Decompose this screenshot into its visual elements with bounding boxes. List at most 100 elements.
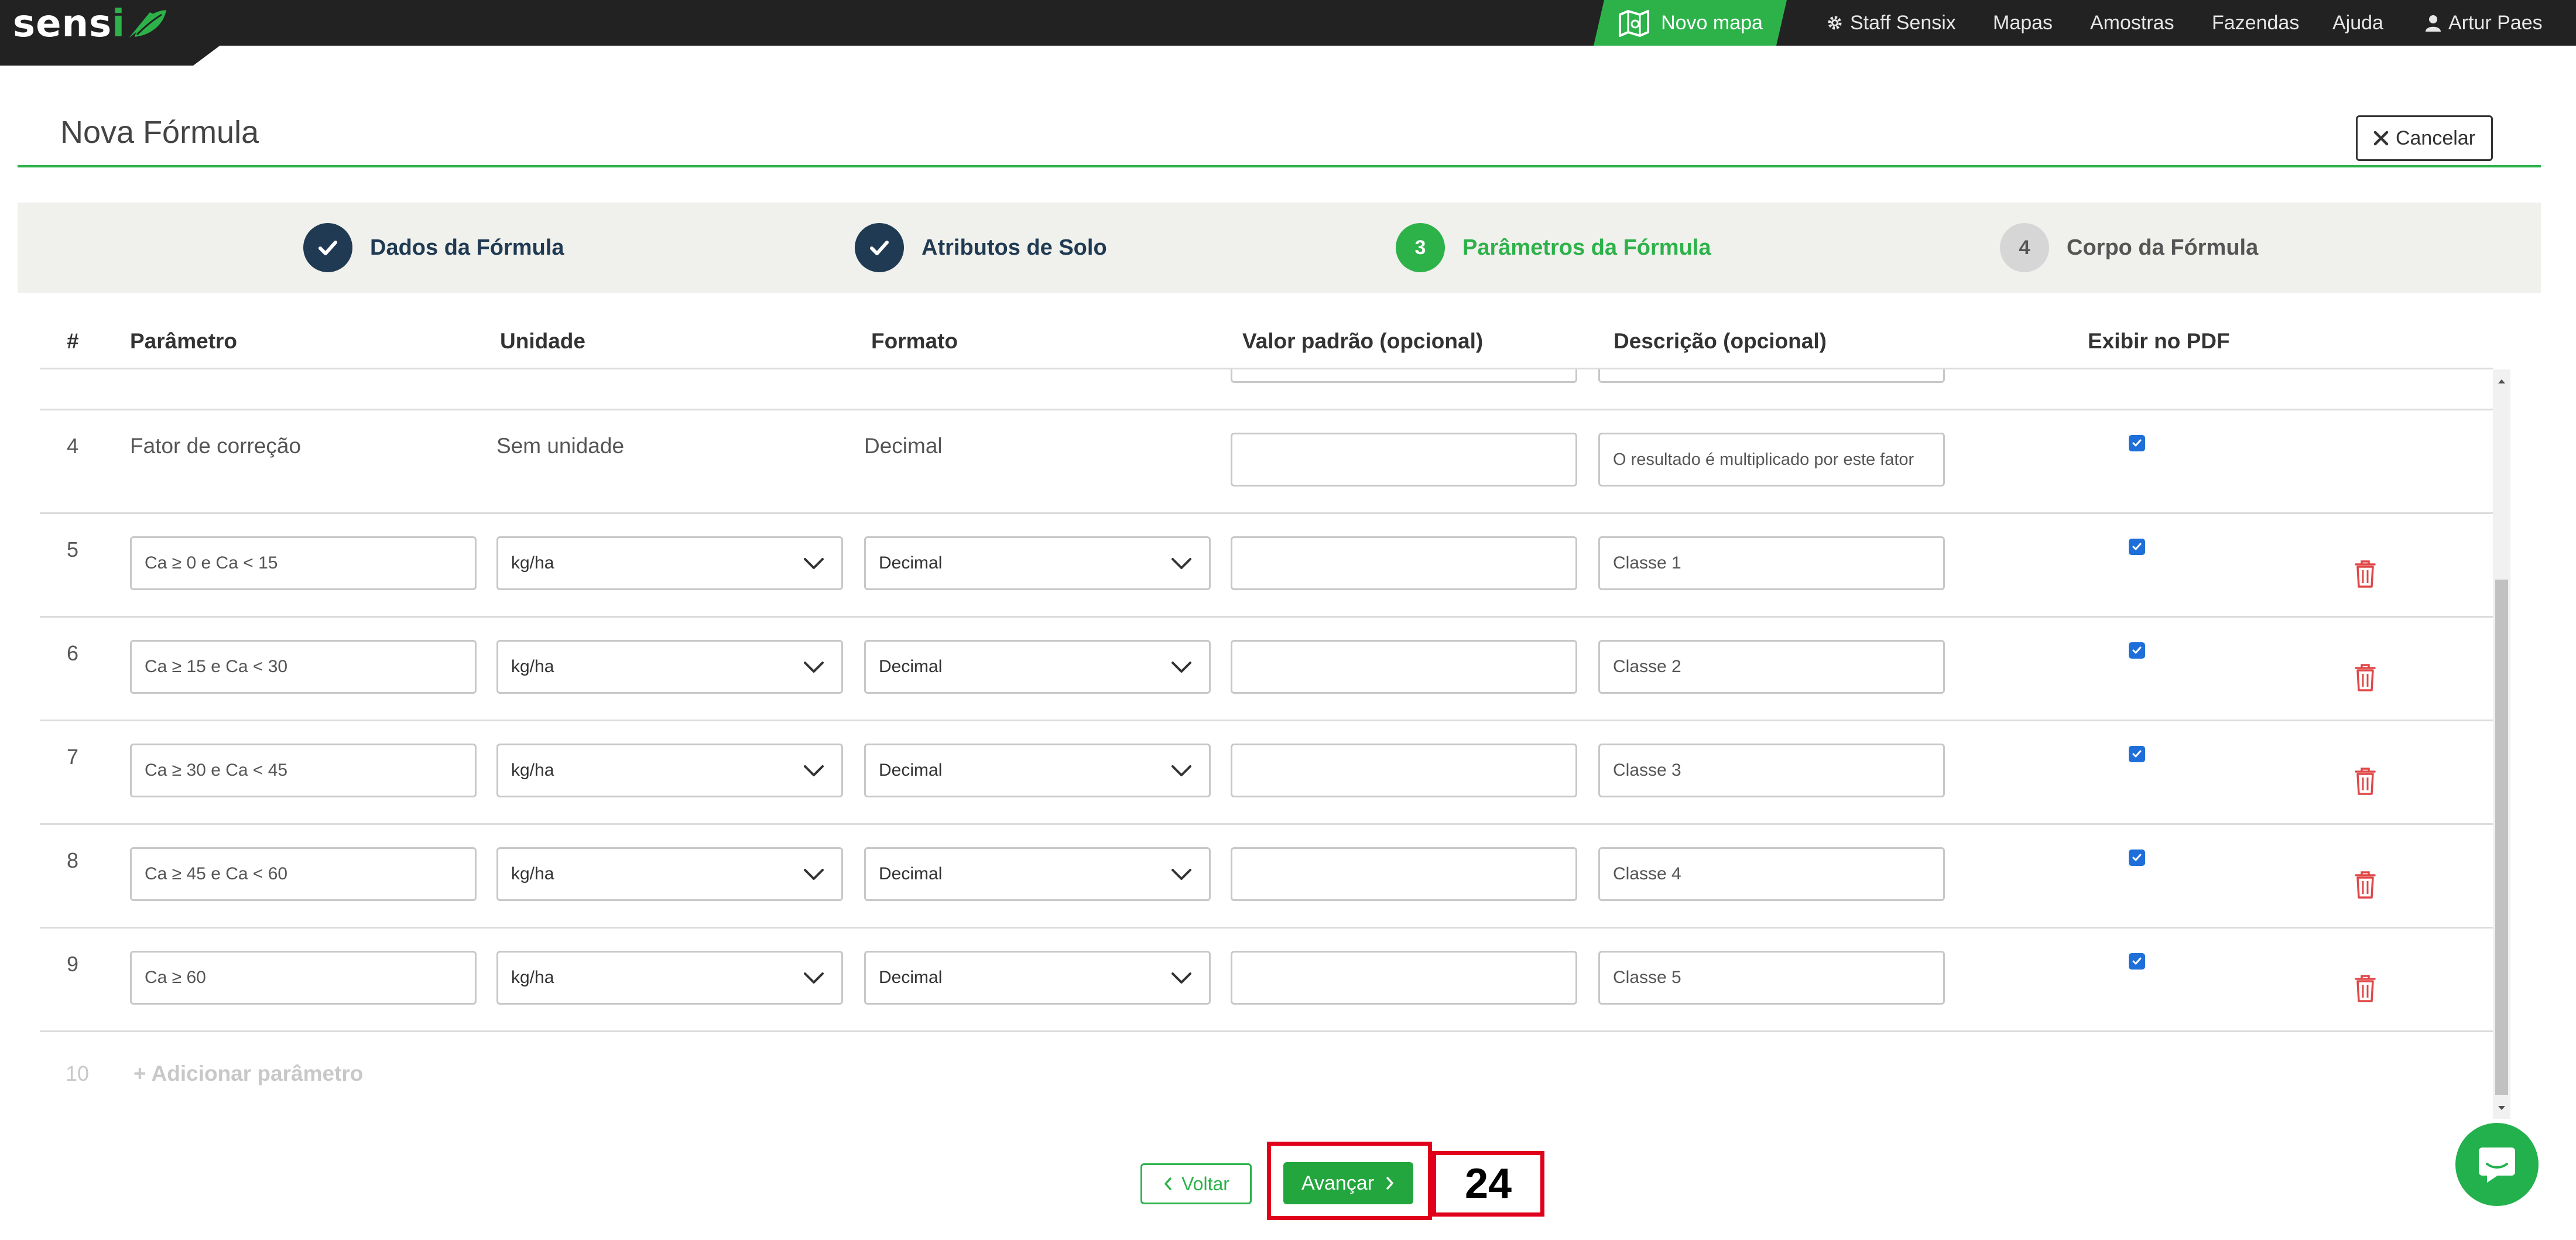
step-corpo-da-formula[interactable]: 4 Corpo da Fórmula: [2000, 203, 2258, 293]
add-parameter-link[interactable]: + Adicionar parâmetro: [133, 1061, 363, 1086]
descricao-input[interactable]: Classe 2: [1598, 640, 1945, 694]
check-icon: [2132, 439, 2142, 447]
parametro-input[interactable]: Ca ≥ 30 e Ca < 45: [130, 744, 477, 797]
title-divider: [18, 165, 2541, 167]
trash-icon[interactable]: [2354, 766, 2377, 796]
chevron-down-icon: [1171, 558, 1191, 569]
unidade-select[interactable]: kg/ha: [496, 640, 843, 694]
col-header-num: #: [67, 329, 79, 353]
chevron-down-icon: [804, 765, 824, 776]
scroll-down-arrow-icon[interactable]: [2493, 1099, 2510, 1117]
valor-padrao-input[interactable]: [1231, 744, 1577, 797]
step-dados-da-formula[interactable]: Dados da Fórmula: [303, 203, 564, 293]
formato-value: Decimal: [879, 553, 943, 573]
formato-value: Decimal: [879, 968, 943, 987]
formato-value: Decimal: [879, 864, 943, 883]
unidade-value: kg/ha: [511, 968, 554, 987]
nav-amostras[interactable]: Amostras: [2090, 0, 2174, 46]
formato-select[interactable]: Decimal: [864, 951, 1211, 1005]
trash-icon[interactable]: [2354, 559, 2377, 589]
parametro-input[interactable]: Ca ≥ 60: [130, 951, 477, 1005]
novo-mapa-label: Novo mapa: [1661, 11, 1763, 34]
valor-padrao-input[interactable]: [1231, 640, 1577, 694]
chevron-left-icon: [1164, 1177, 1171, 1190]
sensix-logo[interactable]: sensi: [13, 2, 167, 46]
chat-icon: [2479, 1147, 2515, 1183]
descricao-input[interactable]: [1598, 369, 1945, 383]
descricao-input[interactable]: Classe 3: [1598, 744, 1945, 797]
novo-mapa-button[interactable]: Novo mapa: [1594, 0, 1787, 46]
unidade-select[interactable]: kg/ha: [496, 847, 843, 901]
table-row: 9 Ca ≥ 60 kg/ha Decimal Classe 5: [40, 929, 2493, 1032]
chevron-down-icon: [1171, 765, 1191, 776]
exibir-pdf-checkbox[interactable]: [2129, 746, 2145, 762]
table-row-partial: [40, 369, 2493, 410]
descricao-input[interactable]: Classe 1: [1598, 536, 1945, 590]
descricao-input[interactable]: Classe 5: [1598, 951, 1945, 1005]
check-icon: [2132, 646, 2142, 654]
table-row: 6 Ca ≥ 15 e Ca < 30 kg/ha Decimal Classe 2: [40, 618, 2493, 721]
trash-icon[interactable]: [2354, 869, 2377, 900]
check-icon: [2132, 750, 2142, 758]
trash-icon[interactable]: [2354, 973, 2377, 1003]
chevron-down-icon: [1171, 972, 1191, 984]
check-icon: [870, 241, 889, 255]
parametro-input[interactable]: Ca ≥ 15 e Ca < 30: [130, 640, 477, 694]
cancel-button[interactable]: Cancelar: [2356, 115, 2493, 161]
highlight-box: [1267, 1142, 1432, 1220]
step-label: Atributos de Solo: [922, 235, 1107, 260]
nav-staff-sensix[interactable]: Staff Sensix: [1825, 0, 1956, 46]
unidade-select[interactable]: kg/ha: [496, 951, 843, 1005]
step-parametros-da-formula[interactable]: 3 Parâmetros da Fórmula: [1396, 203, 1711, 293]
parametro-input[interactable]: Ca ≥ 45 e Ca < 60: [130, 847, 477, 901]
descricao-input[interactable]: O resultado é multiplicado por este fato…: [1598, 433, 1945, 487]
nav-mapas-label: Mapas: [1993, 11, 2053, 34]
formato-select[interactable]: Decimal: [864, 847, 1211, 901]
nav-ajuda[interactable]: Ajuda: [2332, 0, 2383, 46]
row-number: 9: [67, 952, 79, 976]
chat-widget-button[interactable]: [2455, 1123, 2539, 1206]
add-row-number: 10: [66, 1061, 90, 1085]
unidade-value: kg/ha: [511, 864, 554, 883]
parametro-input[interactable]: Ca ≥ 0 e Ca < 15: [130, 536, 477, 590]
col-header-descricao: Descrição (opcional): [1614, 329, 1827, 353]
descricao-input[interactable]: Classe 4: [1598, 847, 1945, 901]
formato-select[interactable]: Decimal: [864, 744, 1211, 797]
trash-icon[interactable]: [2354, 662, 2377, 693]
nav-mapas[interactable]: Mapas: [1993, 0, 2053, 46]
page-title: Nova Fórmula: [60, 115, 259, 150]
exibir-pdf-checkbox[interactable]: [2129, 642, 2145, 659]
exibir-pdf-checkbox[interactable]: [2129, 539, 2145, 555]
exibir-pdf-checkbox[interactable]: [2129, 849, 2145, 866]
table-row: 5 Ca ≥ 0 e Ca < 15 kg/ha Decimal Classe 1: [40, 514, 2493, 618]
unidade-select[interactable]: kg/ha: [496, 744, 843, 797]
step-atributos-de-solo[interactable]: Atributos de Solo: [855, 203, 1107, 293]
map-icon: [1618, 9, 1650, 37]
valor-padrao-input[interactable]: [1231, 847, 1577, 901]
nav-staff-sensix-label: Staff Sensix: [1850, 11, 1956, 34]
chevron-down-icon: [1171, 662, 1191, 673]
formato-value: Decimal: [879, 657, 943, 676]
nav-fazendas[interactable]: Fazendas: [2212, 0, 2299, 46]
valor-padrao-input[interactable]: [1231, 536, 1577, 590]
scrollbar-thumb[interactable]: [2495, 580, 2508, 1095]
nav-fazendas-label: Fazendas: [2212, 11, 2300, 34]
formato-select[interactable]: Decimal: [864, 640, 1211, 694]
formato-select[interactable]: Decimal: [864, 536, 1211, 590]
nav-amostras-label: Amostras: [2090, 11, 2174, 34]
nav-user-menu[interactable]: Artur Paes: [2424, 0, 2543, 46]
row-number: 8: [67, 848, 79, 872]
valor-padrao-input[interactable]: [1231, 951, 1577, 1005]
voltar-button[interactable]: Voltar: [1140, 1163, 1252, 1204]
exibir-pdf-checkbox[interactable]: [2129, 435, 2145, 451]
form-stepper: Dados da Fórmula Atributos de Solo 3 Par…: [18, 203, 2541, 293]
table-row: 7 Ca ≥ 30 e Ca < 45 kg/ha Decimal Classe 3: [40, 721, 2493, 825]
scroll-up-arrow-icon[interactable]: [2493, 372, 2510, 390]
valor-padrao-input[interactable]: [1231, 433, 1577, 487]
parameters-table[interactable]: 4 Fator de correção Sem unidade Decimal …: [40, 369, 2493, 1119]
chevron-down-icon: [804, 662, 824, 673]
exibir-pdf-checkbox[interactable]: [2129, 953, 2145, 970]
table-row: 4 Fator de correção Sem unidade Decimal …: [40, 410, 2493, 514]
valor-padrao-input[interactable]: [1231, 369, 1577, 383]
unidade-select[interactable]: kg/ha: [496, 536, 843, 590]
